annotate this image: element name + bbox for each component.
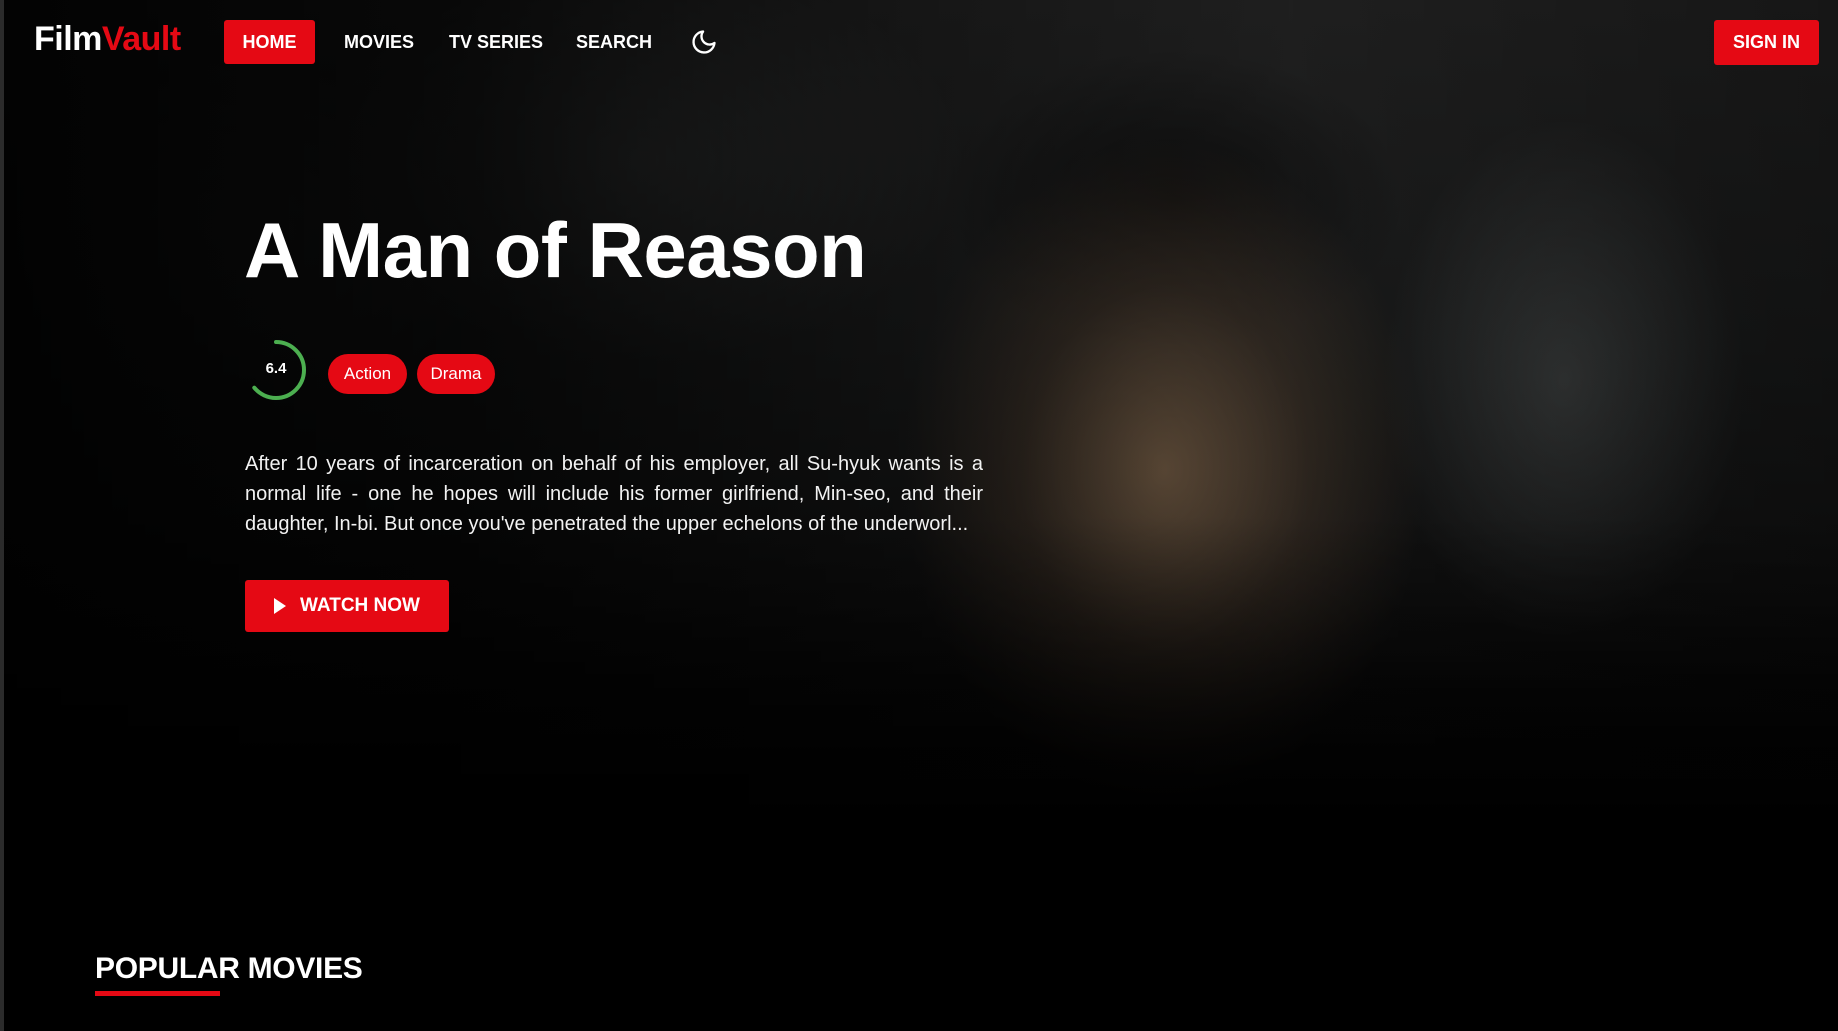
play-icon bbox=[274, 598, 287, 614]
nav-movies-link[interactable]: MOVIES bbox=[334, 20, 424, 64]
sign-in-button[interactable]: SIGN IN bbox=[1714, 20, 1819, 65]
watch-now-label: WATCH NOW bbox=[300, 595, 420, 616]
section-heading-underline bbox=[95, 991, 220, 996]
rating-value: 6.4 bbox=[265, 359, 287, 377]
genre-tag-action[interactable]: Action bbox=[328, 354, 407, 394]
hero-title: A Man of Reason bbox=[244, 206, 867, 294]
brand-logo-part2: Vault bbox=[101, 20, 181, 58]
nav-home-link[interactable]: HOME bbox=[224, 20, 315, 64]
rating-circle: 6.4 bbox=[244, 338, 308, 402]
watch-now-button[interactable]: WATCH NOW bbox=[245, 580, 449, 632]
popular-movies-heading: POPULAR MOVIES bbox=[95, 952, 363, 985]
hero-backdrop-overlay bbox=[4, 0, 1838, 860]
navbar: FilmVault HOME MOVIES TV SERIES SEARCH S… bbox=[4, 0, 1838, 84]
moon-icon[interactable] bbox=[690, 28, 718, 56]
nav-search-link[interactable]: SEARCH bbox=[572, 20, 656, 64]
brand-logo[interactable]: FilmVault bbox=[34, 20, 181, 59]
genre-tag-drama[interactable]: Drama bbox=[417, 354, 495, 394]
hero-overview: After 10 years of incarceration on behal… bbox=[245, 453, 983, 535]
brand-logo-part1: Film bbox=[34, 20, 102, 58]
page: FilmVault HOME MOVIES TV SERIES SEARCH S… bbox=[0, 0, 1838, 1031]
nav-tv-series-link[interactable]: TV SERIES bbox=[446, 20, 546, 64]
